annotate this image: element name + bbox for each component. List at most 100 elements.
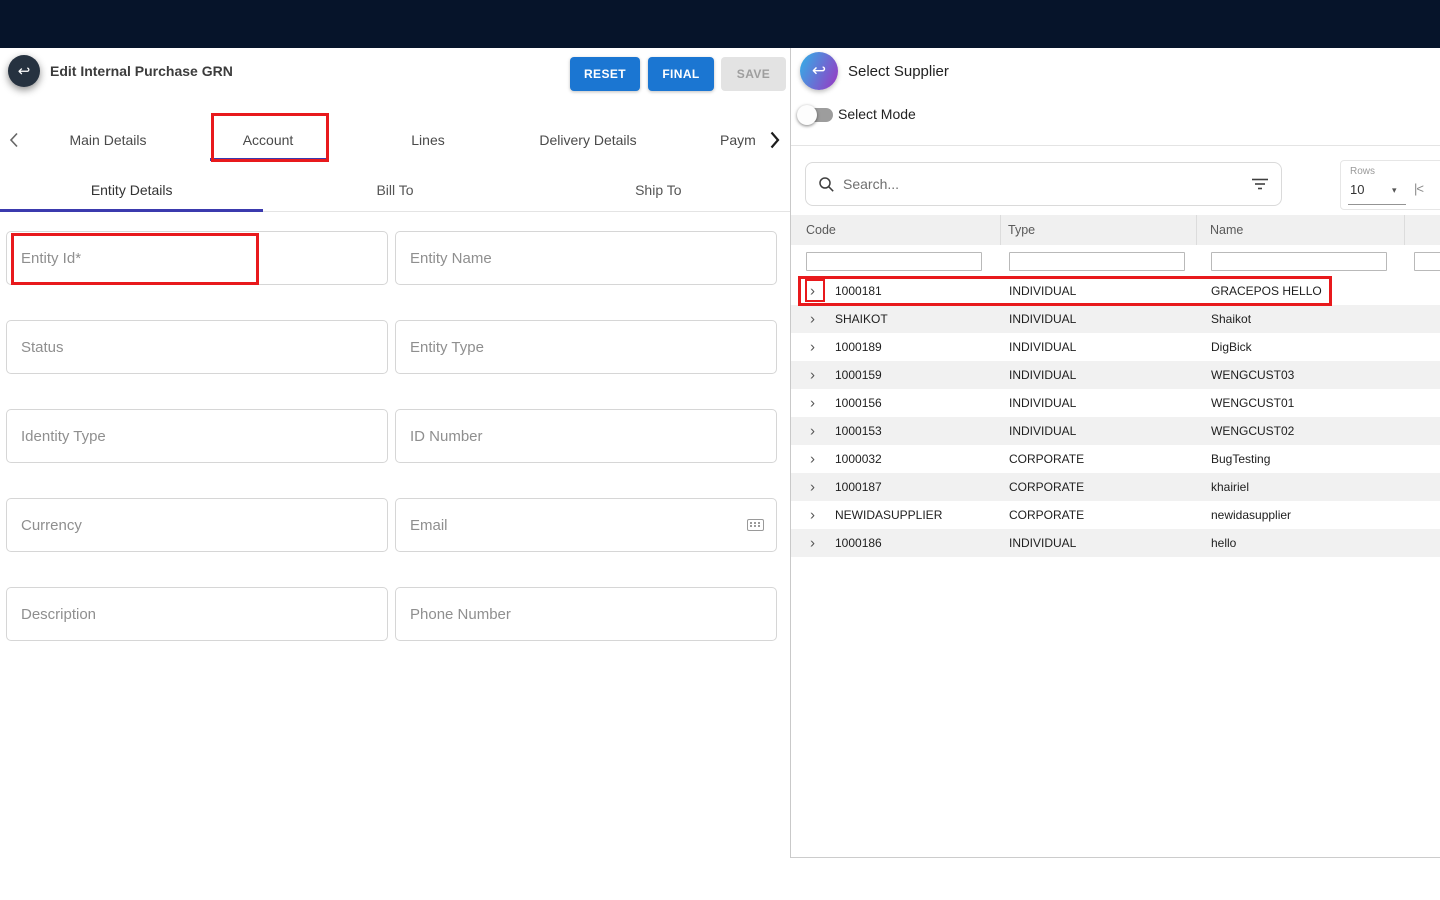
field-identity-type[interactable]: Identity Type xyxy=(6,409,388,463)
cell-code: 1000159 xyxy=(835,368,882,382)
cell-name: WENGCUST02 xyxy=(1211,424,1294,438)
expand-row-icon[interactable]: › xyxy=(810,452,815,467)
select-supplier-panel: ↩ Select Supplier Select Mode Rows 10 ▾ … xyxy=(791,48,1440,858)
field-label: Entity Name xyxy=(410,250,492,267)
table-row[interactable]: ›1000159INDIVIDUALWENGCUST03 xyxy=(791,361,1440,389)
expand-row-icon[interactable]: › xyxy=(810,284,815,299)
cell-type: CORPORATE xyxy=(1009,452,1084,466)
subtab-ship-to[interactable]: Ship To xyxy=(527,168,790,211)
field-label: Status xyxy=(21,339,64,356)
tab-account[interactable]: Account xyxy=(188,118,348,162)
final-button[interactable]: FINAL xyxy=(648,57,714,91)
main-tab-strip: Main DetailsAccountLinesDelivery Details… xyxy=(28,118,758,162)
field-currency[interactable]: Currency xyxy=(6,498,388,552)
field-label: ID Number xyxy=(410,428,483,445)
table-row[interactable]: ›1000189INDIVIDUALDigBick xyxy=(791,333,1440,361)
cell-name: WENGCUST01 xyxy=(1211,396,1294,410)
expand-row-icon[interactable]: › xyxy=(810,508,815,523)
filter-col4-input[interactable] xyxy=(1414,252,1440,271)
cell-type: CORPORATE xyxy=(1009,508,1084,522)
tab-delivery-details[interactable]: Delivery Details xyxy=(508,118,668,162)
cell-type: CORPORATE xyxy=(1009,480,1084,494)
chevron-left-icon xyxy=(9,132,19,148)
page-title: Edit Internal Purchase GRN xyxy=(50,48,233,94)
field-label: Phone Number xyxy=(410,606,511,623)
keyboard-icon xyxy=(747,519,764,531)
filter-type-input[interactable] xyxy=(1009,252,1185,271)
select-underline xyxy=(1348,204,1406,205)
cell-code: 1000153 xyxy=(835,424,882,438)
subtab-entity-details[interactable]: Entity Details xyxy=(0,168,263,211)
tabs-scroll-right-button[interactable] xyxy=(760,118,788,162)
column-header-name[interactable]: Name xyxy=(1210,215,1243,245)
rows-per-page-select[interactable]: Rows 10 ▾ |< xyxy=(1340,160,1440,210)
supplier-back-button[interactable]: ↩ xyxy=(800,52,838,90)
table-row[interactable]: ›1000187CORPORATEkhairiel xyxy=(791,473,1440,501)
subtab-bill-to[interactable]: Bill To xyxy=(263,168,526,211)
rows-value: 10 xyxy=(1350,182,1364,197)
field-phone-number[interactable]: Phone Number xyxy=(395,587,777,641)
first-page-button[interactable]: |< xyxy=(1414,181,1423,196)
cell-name: WENGCUST03 xyxy=(1211,368,1294,382)
field-label: Entity Id* xyxy=(21,250,81,267)
filter-name-input[interactable] xyxy=(1211,252,1387,271)
column-separator xyxy=(1000,215,1001,245)
tab-lines[interactable]: Lines xyxy=(348,118,508,162)
table-row[interactable]: ›1000181INDIVIDUALGRACEPOS HELLO xyxy=(791,277,1440,305)
field-entity-name[interactable]: Entity Name xyxy=(395,231,777,285)
tabs-scroll-left-button[interactable] xyxy=(0,118,28,162)
expand-row-icon[interactable]: › xyxy=(810,396,815,411)
rows-label: Rows xyxy=(1350,166,1375,177)
expand-row-icon[interactable]: › xyxy=(810,480,815,495)
supplier-search xyxy=(805,162,1282,206)
save-button[interactable]: SAVE xyxy=(721,57,786,91)
column-header-code[interactable]: Code xyxy=(806,215,836,245)
cell-name: BugTesting xyxy=(1211,452,1270,466)
field-id-number[interactable]: ID Number xyxy=(395,409,777,463)
expand-row-icon[interactable]: › xyxy=(810,368,815,383)
table-row[interactable]: ›NEWIDASUPPLIERCORPORATEnewidasupplier xyxy=(791,501,1440,529)
expand-row-icon[interactable]: › xyxy=(810,312,815,327)
cell-code: NEWIDASUPPLIER xyxy=(835,508,942,522)
divider xyxy=(791,145,1440,146)
column-header-type[interactable]: Type xyxy=(1008,215,1035,245)
cell-name: hello xyxy=(1211,536,1236,550)
cell-type: INDIVIDUAL xyxy=(1009,536,1076,550)
field-description[interactable]: Description xyxy=(6,587,388,641)
table-row[interactable]: ›1000153INDIVIDUALWENGCUST02 xyxy=(791,417,1440,445)
top-app-bar xyxy=(0,0,1440,48)
table-row[interactable]: ›SHAIKOTINDIVIDUALShaikot xyxy=(791,305,1440,333)
tab-paym[interactable]: Paym xyxy=(668,118,758,162)
expand-row-icon[interactable]: › xyxy=(810,424,815,439)
field-entity-id[interactable]: Entity Id* xyxy=(6,231,388,285)
back-arrow-icon: ↩ xyxy=(18,62,31,80)
supplier-panel-title: Select Supplier xyxy=(848,63,949,80)
search-icon xyxy=(818,176,835,193)
cell-type: INDIVIDUAL xyxy=(1009,396,1076,410)
expand-row-icon[interactable]: › xyxy=(810,340,815,355)
cell-code: 1000156 xyxy=(835,396,882,410)
search-input[interactable] xyxy=(843,176,1243,192)
supplier-table-body: ›1000181INDIVIDUALGRACEPOS HELLO›SHAIKOT… xyxy=(791,277,1440,557)
cell-code: 1000187 xyxy=(835,480,882,494)
select-mode-label: Select Mode xyxy=(838,106,916,122)
expand-row-icon[interactable]: › xyxy=(810,536,815,551)
filter-code-input[interactable] xyxy=(806,252,982,271)
cell-code: 1000186 xyxy=(835,536,882,550)
field-entity-type[interactable]: Entity Type xyxy=(395,320,777,374)
select-mode-toggle[interactable] xyxy=(797,100,839,126)
field-label: Currency xyxy=(21,517,82,534)
tab-main-details[interactable]: Main Details xyxy=(28,118,188,162)
filter-icon[interactable] xyxy=(1251,178,1269,190)
field-status[interactable]: Status xyxy=(6,320,388,374)
field-label: Description xyxy=(21,606,96,623)
table-row[interactable]: › 1000156 INDIVIDUAL WENGCUST01 xyxy=(791,389,1440,417)
grn-edit-panel: ↩ Edit Internal Purchase GRN RESET FINAL… xyxy=(0,48,790,858)
table-row[interactable]: ›1000032CORPORATEBugTesting xyxy=(791,445,1440,473)
cell-code: 1000189 xyxy=(835,340,882,354)
table-row[interactable]: › 1000186 INDIVIDUAL hello xyxy=(791,529,1440,557)
back-button[interactable]: ↩ xyxy=(8,55,40,87)
reset-button[interactable]: RESET xyxy=(570,57,640,91)
field-email[interactable]: Email xyxy=(395,498,777,552)
column-separator xyxy=(1404,215,1405,245)
